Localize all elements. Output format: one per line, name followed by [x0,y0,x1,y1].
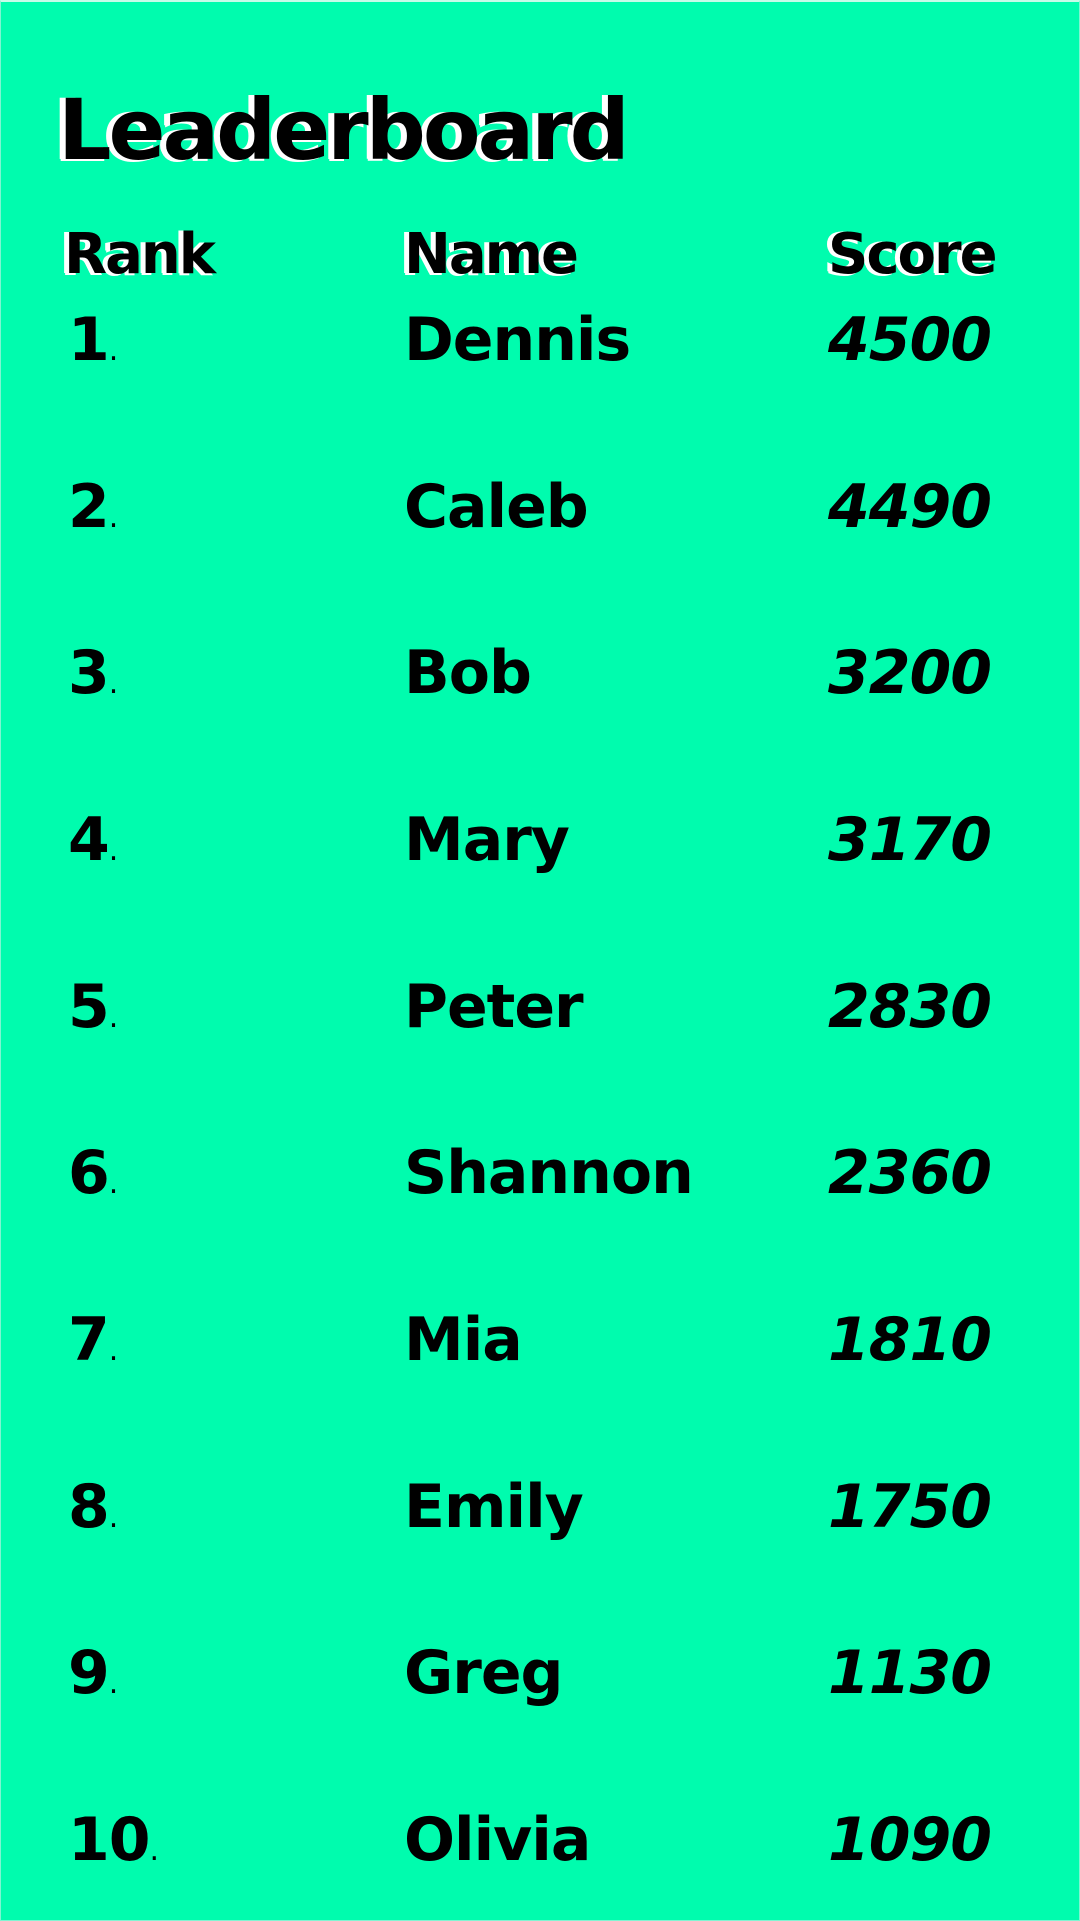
leaderboard-row: 4. Mary 3170 [0,800,1080,890]
rank-dot: . [108,1500,119,1535]
player-score: 2360 [828,1138,992,1208]
leaderboard-title: Leaderboard [58,81,630,179]
rank-dot: . [108,1000,119,1035]
rank-cell: 7. [68,1300,118,1391]
rank-cell: 10. [68,1800,159,1891]
player-score: 1810 [828,1305,992,1375]
rank-number: 6 [68,1138,110,1208]
leaderboard-row: 1. Dennis 4500 [0,300,1080,390]
rank-dot: . [149,1833,160,1868]
score-column-header: Score [828,222,998,287]
rank-cell: 5. [68,967,118,1058]
player-name: Mary [404,805,570,875]
player-score: 4490 [828,472,992,542]
rank-number: 10 [68,1805,150,1875]
rank-dot: . [108,1333,119,1368]
player-name: Caleb [404,472,589,542]
rank-dot: . [108,333,119,368]
rank-cell: 4. [68,800,118,891]
player-name: Shannon [404,1138,694,1208]
rank-number: 4 [68,805,110,875]
player-score: 1090 [828,1805,992,1875]
player-score: 1750 [828,1472,992,1542]
leaderboard-row: 9. Greg 1130 [0,1633,1080,1723]
player-name: Mia [404,1305,523,1375]
player-score: 1130 [828,1638,992,1708]
rank-number: 8 [68,1472,110,1542]
name-column-header: Name [404,222,579,287]
rank-cell: 1. [68,300,118,391]
leaderboard-row: 8. Emily 1750 [0,1467,1080,1557]
player-score: 2830 [828,972,992,1042]
rank-number: 2 [68,472,110,542]
rank-number: 5 [68,972,110,1042]
player-name: Dennis [404,305,631,375]
leaderboard-row: 6. Shannon 2360 [0,1133,1080,1223]
rank-cell: 8. [68,1467,118,1558]
player-name: Emily [404,1472,584,1542]
rank-column-header: Rank [64,222,216,287]
rank-cell: 9. [68,1633,118,1724]
rank-dot: . [108,1166,119,1201]
rank-number: 1 [68,305,110,375]
leaderboard-row: 10. Olivia 1090 [0,1800,1080,1890]
leaderboard-row: 7. Mia 1810 [0,1300,1080,1390]
player-score: 3170 [828,805,992,875]
rank-dot: . [108,500,119,535]
player-name: Olivia [404,1805,591,1875]
player-score: 3200 [828,638,992,708]
rank-dot: . [108,1666,119,1701]
rank-cell: 2. [68,467,118,558]
leaderboard-row: 3. Bob 3200 [0,633,1080,723]
rank-cell: 3. [68,633,118,724]
rank-number: 9 [68,1638,110,1708]
leaderboard-row: 5. Peter 2830 [0,967,1080,1057]
rank-cell: 6. [68,1133,118,1224]
player-name: Bob [404,638,532,708]
leaderboard-row: 2. Caleb 4490 [0,467,1080,557]
player-name: Greg [404,1638,563,1708]
player-name: Peter [404,972,584,1042]
player-score: 4500 [828,305,992,375]
rank-number: 3 [68,638,110,708]
rank-dot: . [108,666,119,701]
rank-number: 7 [68,1305,110,1375]
rank-dot: . [108,833,119,868]
